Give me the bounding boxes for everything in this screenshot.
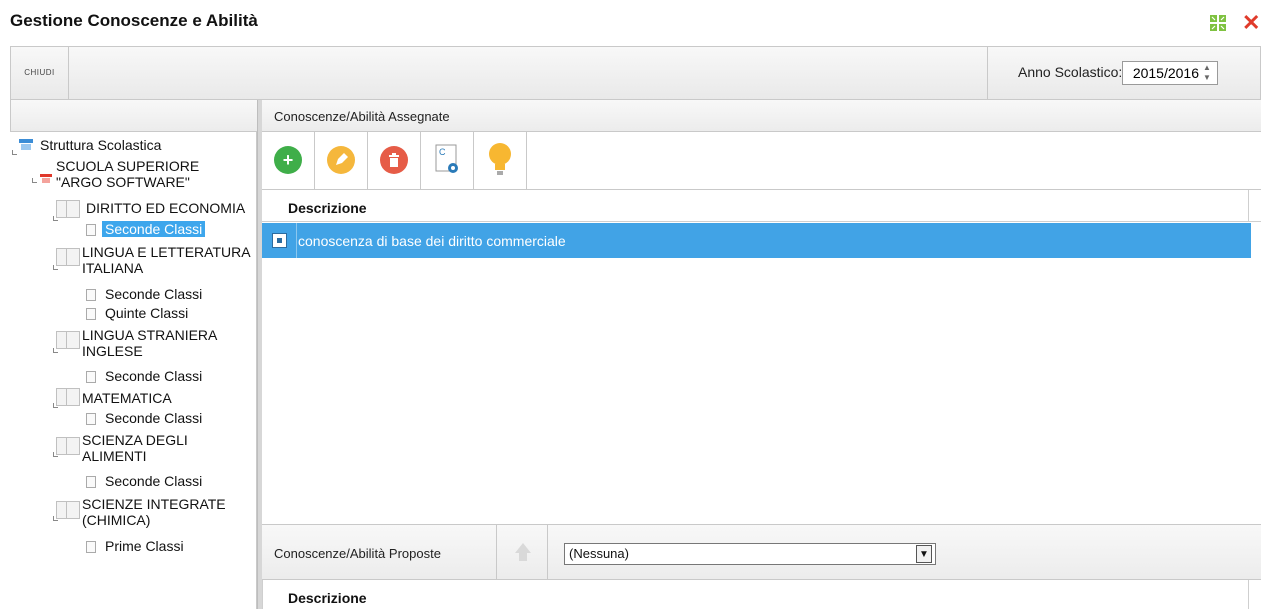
document-icon [86,224,96,236]
proposed-title: Conoscenze/Abilità Proposte [274,546,441,561]
copy-button[interactable]: C [421,132,474,190]
row-description: conoscenza di base dei diritto commercia… [298,233,566,249]
hint-button[interactable] [474,132,527,190]
tree-class-label[interactable]: Seconde Classi [105,473,202,489]
document-icon [86,541,96,553]
document-icon [86,371,96,383]
tree-header [10,100,257,132]
tree-class-label[interactable]: Quinte Classi [105,305,188,321]
proposed-bar: Conoscenze/Abilità Proposte (Nessuna) ▼ [262,524,1261,580]
tree-class-label[interactable]: Prime Classi [105,538,184,554]
arrow-up-icon-stem [519,553,527,561]
arrow-up-icon [515,543,531,553]
window-titlebar: Gestione Conoscenze e Abilità ✕ [0,0,1261,46]
tree-class-label[interactable]: Seconde Classi [102,221,206,237]
tree-subject-label[interactable]: MATEMATICA [82,390,172,406]
tree-class-label[interactable]: Seconde Classi [105,368,202,384]
tree-expander-icon[interactable] [12,150,17,155]
document-icon [86,476,96,488]
svg-text:C: C [439,147,446,157]
school-year-area: Anno Scolastico: ▲▼ [987,47,1261,99]
tree-subject-label[interactable]: LINGUA STRANIERA INGLESE [82,327,232,359]
document-icon [86,308,96,320]
lightbulb-icon [489,143,511,175]
table-row[interactable]: conoscenza di base dei diritto commercia… [262,223,1251,258]
proposed-select[interactable]: (Nessuna) [564,543,936,565]
school-icon [40,174,52,183]
tree-class-label-selected[interactable]: Seconde Classi [102,221,206,237]
tree-subject-label[interactable]: DIRITTO ED ECONOMIA [86,200,245,216]
column-separator [1248,190,1249,222]
window-title: Gestione Conoscenze e Abilità [10,11,258,30]
tree-subject-label[interactable]: LINGUA E LETTERATURA ITALIANA [82,244,257,276]
row-separator [296,223,297,258]
book-icon [56,248,80,266]
close-button[interactable]: CHIUDI [11,47,69,99]
close-icon[interactable]: ✕ [1242,12,1261,34]
document-icon [86,289,96,301]
assigned-title: Conoscenze/Abilità Assegnate [274,109,450,124]
tree-school-label[interactable]: SCUOLA SUPERIORE "ARGO SOFTWARE" [56,158,226,190]
book-icon [56,437,80,455]
tree-class-label[interactable]: Seconde Classi [105,286,202,302]
column-description[interactable]: Descrizione [288,590,367,606]
copy-document-icon: C [435,144,458,173]
add-button[interactable]: + [262,132,315,190]
maximize-icon[interactable] [1210,15,1226,31]
row-checkbox[interactable] [272,233,287,248]
book-icon [56,501,80,519]
column-separator [262,580,263,609]
main-toolbar: CHIUDI Anno Scolastico: ▲▼ [10,46,1261,100]
pencil-icon [327,146,355,174]
content-panel: Conoscenze/Abilità Assegnate + C Descriz… [262,100,1261,609]
column-description[interactable]: Descrizione [288,200,367,216]
tree-root-label[interactable]: Struttura Scolastica [40,137,161,153]
tree-expander-icon[interactable] [32,178,37,183]
book-icon [56,388,80,406]
tree-subject-label[interactable]: SCIENZE INTEGRATE (CHIMICA) [82,496,252,528]
trash-icon [380,146,408,174]
delete-button[interactable] [368,132,421,190]
edit-button[interactable] [315,132,368,190]
school-year-spinner-icon[interactable]: ▲ ▼ [1200,63,1214,83]
assigned-header: Conoscenze/Abilità Assegnate [262,100,1261,132]
school-year-label: Anno Scolastico: [1018,64,1123,80]
school-structure-icon [19,139,33,150]
document-icon [86,413,96,425]
book-icon [56,200,80,218]
book-icon [56,331,80,349]
chevron-down-icon[interactable]: ▼ [916,545,932,563]
tree-subject-label[interactable]: SCIENZA DEGLI ALIMENTI [82,432,222,464]
move-up-button[interactable] [496,525,548,580]
column-separator [1248,580,1249,609]
action-bar: + C [262,132,1261,190]
school-structure-tree: Struttura Scolastica SCUOLA SUPERIORE "A… [10,100,257,609]
tree-class-label[interactable]: Seconde Classi [105,410,202,426]
proposed-grid-header: Descrizione [262,580,1261,609]
assigned-grid-header: Descrizione [262,190,1261,222]
plus-icon: + [274,146,302,174]
